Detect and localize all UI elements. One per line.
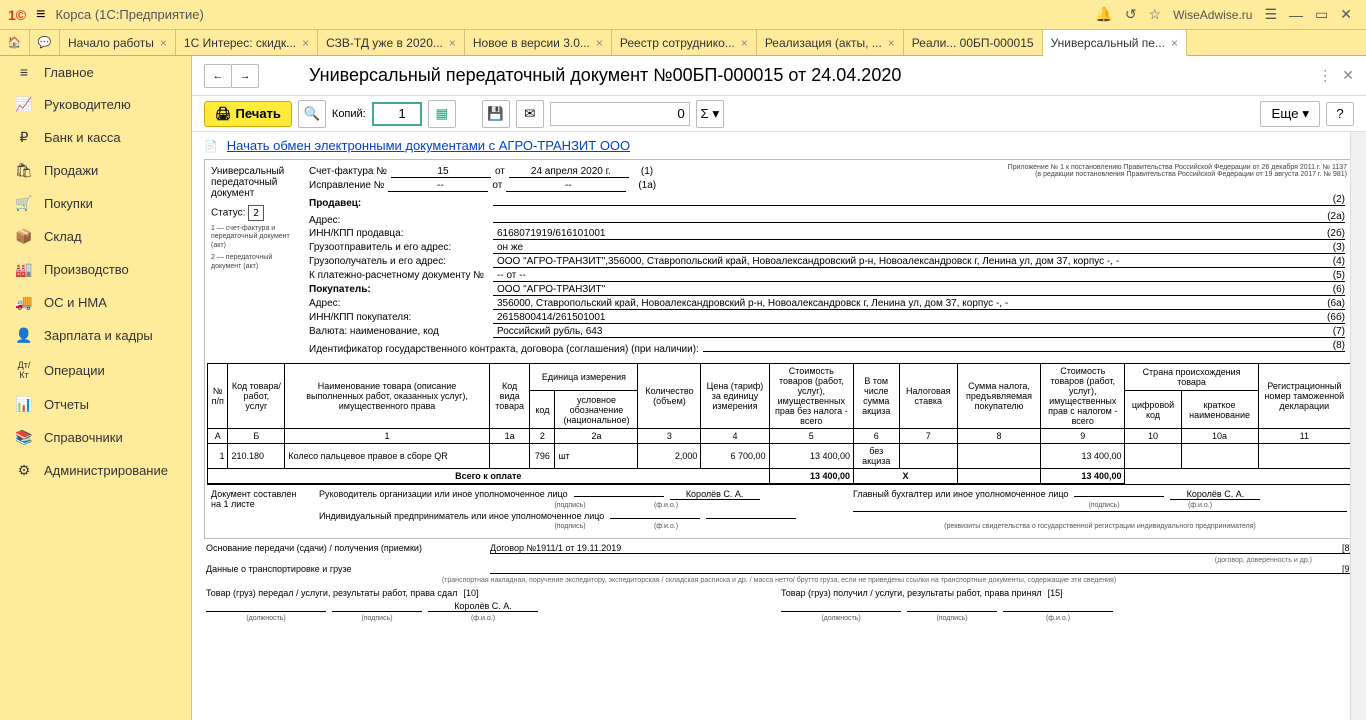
close-icon[interactable]: ×	[596, 36, 603, 50]
signatures: Документ составлен на 1 листе Руководите…	[207, 484, 1351, 536]
preview-button[interactable]: 🔍	[298, 100, 326, 128]
sidebar-item-admin[interactable]: ⚙Администрирование	[0, 454, 191, 487]
printer-icon: 🖨	[215, 106, 232, 122]
sidebar-item-references[interactable]: 📚Справочники	[0, 421, 191, 454]
sidebar-item-manager[interactable]: 📈Руководителю	[0, 88, 191, 121]
maximize-icon[interactable]: ▭	[1315, 6, 1328, 23]
table-row[interactable]: 1 210.180 Колесо пальцевое правое в сбор…	[208, 444, 1351, 469]
close-icon[interactable]: ×	[449, 36, 456, 50]
chat-button[interactable]: 💬	[30, 30, 60, 55]
close-icon[interactable]: ×	[160, 36, 167, 50]
tab-row: 🏠 💬 Начало работы× 1С Интерес: скидк...×…	[0, 30, 1366, 56]
print-button[interactable]: 🖨Печать	[204, 101, 292, 127]
content-area: ← → Универсальный передаточный документ …	[192, 56, 1366, 720]
sidebar-item-bank[interactable]: ₽Банк и касса	[0, 121, 191, 154]
status-box[interactable]: 2	[248, 205, 264, 221]
export-excel-button[interactable]: ▦	[428, 100, 456, 128]
tab-4[interactable]: Реестр сотруднико...×	[612, 30, 757, 55]
tab-2[interactable]: СЗВ-ТД уже в 2020...×	[318, 30, 465, 55]
sidebar-item-hr[interactable]: 👤Зарплата и кадры	[0, 319, 191, 352]
forward-button[interactable]: →	[231, 64, 259, 88]
close-icon[interactable]: ×	[888, 36, 895, 50]
doc-lower: Основание передачи (сдачи) / получения (…	[204, 539, 1354, 629]
email-button[interactable]: ✉	[516, 100, 544, 128]
edo-link[interactable]: Начать обмен электронными документами с …	[227, 138, 630, 153]
close-icon[interactable]: ×	[741, 36, 748, 50]
sidebar-item-reports[interactable]: 📊Отчеты	[0, 388, 191, 421]
box-icon: 📦	[14, 228, 34, 245]
bars-icon: 📊	[14, 396, 34, 413]
close-window-icon[interactable]: ✕	[1340, 6, 1352, 23]
scrollbar[interactable]	[1350, 132, 1366, 720]
copies-label: Копий:	[332, 108, 366, 120]
books-icon: 📚	[14, 429, 34, 446]
tab-1[interactable]: 1С Интерес: скидк...×	[176, 30, 318, 55]
toolbar: 🖨Печать 🔍 Копий: ▦ 💾 ✉ Σ ▾ Еще ▾ ?	[192, 96, 1366, 132]
chart-icon: 📈	[14, 96, 34, 113]
sidebar-item-main[interactable]: ≡Главное	[0, 56, 191, 88]
save-button[interactable]: 💾	[482, 100, 510, 128]
more-button[interactable]: Еще ▾	[1260, 101, 1320, 127]
star-icon[interactable]: ☆	[1149, 6, 1162, 23]
settings-bars-icon[interactable]: ☰	[1264, 6, 1277, 23]
edo-link-row: 📄 Начать обмен электронными документами …	[192, 132, 1366, 159]
page-header: ← → Универсальный передаточный документ …	[192, 56, 1366, 96]
close-icon[interactable]: ×	[302, 36, 309, 50]
help-button[interactable]: ?	[1326, 102, 1354, 126]
doc-type-label: Универсальный передаточный документ	[211, 166, 291, 199]
menu-icon: ≡	[14, 64, 34, 80]
dtkt-icon: Дт/Кт	[14, 360, 34, 380]
tab-5[interactable]: Реализация (акты, ...×	[757, 30, 904, 55]
items-table: № п/п Код товара/ работ, услуг Наименова…	[207, 363, 1351, 484]
sidebar: ≡Главное 📈Руководителю ₽Банк и касса 🛍Пр…	[0, 56, 192, 720]
close-page-icon[interactable]: ✕	[1342, 67, 1354, 84]
sum-button[interactable]: Σ ▾	[696, 100, 724, 128]
sidebar-item-warehouse[interactable]: 📦Склад	[0, 220, 191, 253]
tab-7[interactable]: Универсальный пе...×	[1043, 30, 1187, 56]
ruble-icon: ₽	[14, 129, 34, 146]
app-title: Корса (1С:Предприятие)	[55, 7, 203, 22]
close-icon[interactable]: ×	[1171, 36, 1178, 50]
number-input[interactable]	[550, 102, 690, 126]
sidebar-item-operations[interactable]: Дт/КтОперации	[0, 352, 191, 388]
sidebar-item-purchases[interactable]: 🛒Покупки	[0, 187, 191, 220]
title-bar: 1© ≡ Корса (1С:Предприятие) 🔔 ↺ ☆ WiseAd…	[0, 0, 1366, 30]
bag-icon: 🛍	[14, 162, 34, 179]
home-button[interactable]: 🏠	[0, 30, 30, 55]
cart-icon: 🛒	[14, 195, 34, 212]
site-label: WiseAdwise.ru	[1173, 8, 1252, 22]
truck-icon: 🚚	[14, 294, 34, 311]
document-box: Универсальный передаточный документ Стат…	[204, 159, 1354, 539]
person-icon: 👤	[14, 327, 34, 344]
sidebar-item-sales[interactable]: 🛍Продажи	[0, 154, 191, 187]
history-icon[interactable]: ↺	[1125, 6, 1137, 23]
copies-input[interactable]	[372, 102, 422, 126]
minimize-icon[interactable]: —	[1289, 7, 1303, 23]
page-title: Универсальный передаточный документ №00Б…	[309, 65, 901, 86]
gear-icon: ⚙	[14, 462, 34, 479]
bell-icon[interactable]: 🔔	[1095, 6, 1112, 23]
hamburger-icon[interactable]: ≡	[36, 6, 45, 24]
logo-1c: 1©	[8, 7, 26, 23]
kebab-icon[interactable]: ⋮	[1318, 67, 1332, 84]
back-button[interactable]: ←	[204, 64, 232, 88]
tab-3[interactable]: Новое в версии 3.0...×	[465, 30, 612, 55]
document-icon: 📄	[204, 141, 218, 153]
factory-icon: 🏭	[14, 261, 34, 278]
tab-6[interactable]: Реали... 00БП-000015	[904, 30, 1043, 55]
sidebar-item-assets[interactable]: 🚚ОС и НМА	[0, 286, 191, 319]
sidebar-item-production[interactable]: 🏭Производство	[0, 253, 191, 286]
tab-0[interactable]: Начало работы×	[60, 30, 176, 55]
